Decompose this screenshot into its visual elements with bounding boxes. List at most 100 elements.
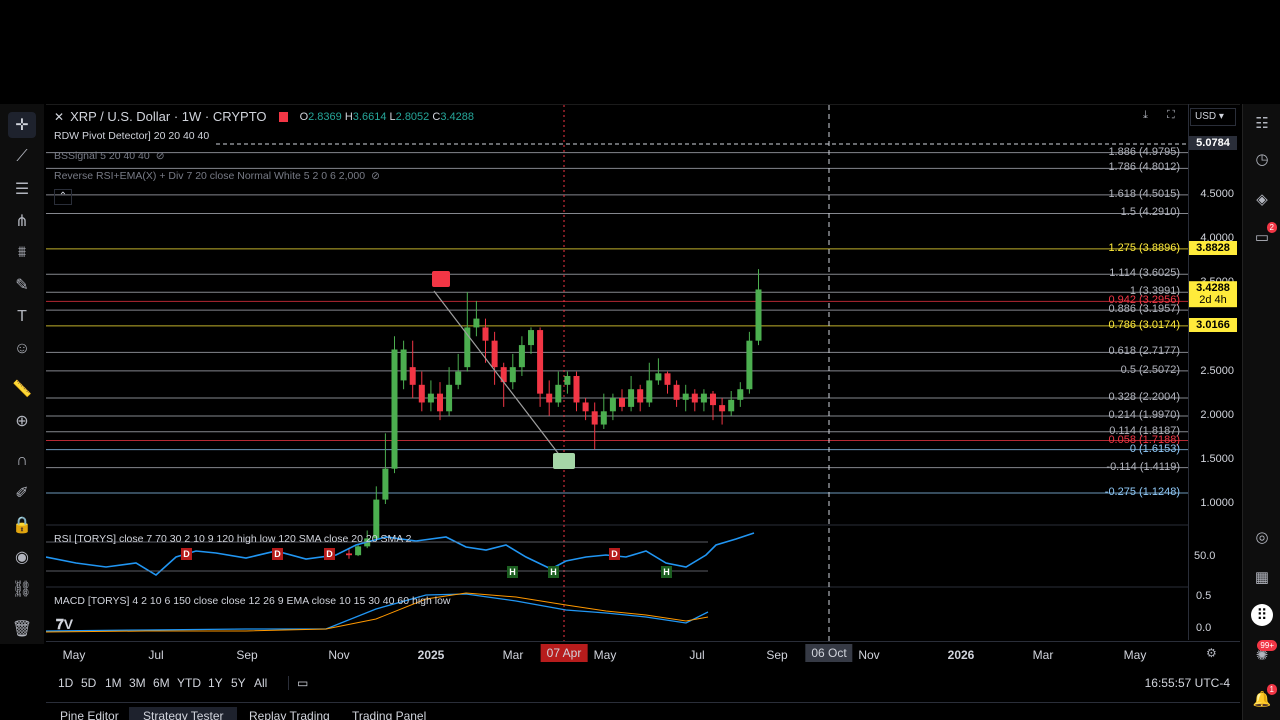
candle-body	[609, 398, 616, 412]
eye-icon[interactable]: ◉	[8, 544, 36, 570]
candle-body	[537, 330, 544, 394]
range-5y[interactable]: 5Y	[231, 676, 246, 690]
indicator-title[interactable]: Reverse RSI+EMA(X) + Div 7 20 close Norm…	[54, 170, 365, 182]
candle-body	[710, 393, 716, 406]
range-1y[interactable]: 1Y	[208, 676, 223, 690]
time-tick: Mar	[502, 648, 524, 662]
tab-replay-trading[interactable]: Replay Trading	[235, 707, 344, 720]
range-ytd[interactable]: YTD	[177, 676, 201, 690]
chat-icon[interactable]: ▭ 2	[1251, 222, 1277, 248]
macd-legend[interactable]: MACD [TORYS] 4 2 10 6 150 close close 12…	[54, 595, 451, 607]
collapse-legend-button[interactable]: ⌃	[54, 189, 72, 205]
layers-icon[interactable]: ◈	[1251, 188, 1273, 210]
magnet-icon[interactable]: ∩	[8, 448, 36, 474]
indicator-legend-rdw[interactable]: RDW Pivot Detector] 20 20 40 40	[54, 130, 209, 142]
target-icon[interactable]: ◎	[1251, 526, 1273, 548]
candle-body	[564, 375, 571, 385]
candle-body	[700, 393, 707, 403]
indicator-legend-bssignal[interactable]: BSSignal 5 20 40 40 ⊘	[54, 150, 165, 162]
macd-scale-top: 0.5	[1196, 590, 1212, 602]
range-6m[interactable]: 6M	[153, 676, 170, 690]
apps-grid-icon[interactable]: ⠿	[1251, 604, 1273, 626]
tab-pine-editor[interactable]: Pine Editor	[46, 707, 133, 720]
crosshair-icon[interactable]: ✛	[8, 112, 36, 138]
rsi-div-marker: D	[272, 548, 283, 560]
tradingview-logo-icon[interactable]: 𝟕V	[56, 616, 73, 633]
fib-level-label: 1.618 (4.5015)	[1108, 187, 1180, 200]
indicator-title[interactable]: RDW Pivot Detector] 20 20 40 40	[54, 130, 209, 142]
candle-body	[473, 318, 480, 328]
candle-body	[509, 367, 516, 383]
candle-body	[464, 327, 471, 368]
watchlist-icon[interactable]: ☷	[1251, 112, 1273, 134]
chart-canvas[interactable]	[46, 105, 1240, 665]
symbol-title[interactable]: XRP / U.S. Dollar · 1W · CRYPTO	[70, 109, 267, 124]
candle-body	[446, 384, 453, 412]
lock-icon[interactable]: 🔒	[8, 512, 36, 538]
close-value: 3.4288	[440, 110, 474, 123]
indicator-legend-reverse-rsi[interactable]: Reverse RSI+EMA(X) + Div 7 20 close Norm…	[54, 170, 380, 182]
fib-icon[interactable]: ⩩	[8, 240, 36, 266]
ruler-icon[interactable]: 📏	[8, 376, 36, 402]
candle-body	[355, 546, 362, 556]
pitchfork-icon[interactable]: ⋔	[8, 208, 36, 234]
horizontal-lines-icon[interactable]: ☰	[8, 176, 36, 202]
candle-body	[382, 468, 389, 500]
candle-body	[491, 340, 498, 368]
candle-body	[346, 553, 352, 556]
rsi-hidden-div-marker: H	[548, 566, 559, 578]
zoom-icon[interactable]: ⊕	[8, 408, 36, 434]
tab-trading-panel[interactable]: Trading Panel	[338, 707, 440, 720]
range-5d[interactable]: 5D	[81, 676, 96, 690]
settings-gear-icon[interactable]: ⚙	[1206, 646, 1217, 660]
candle-body	[482, 327, 489, 341]
macd-title[interactable]: MACD [TORYS] 4 2 10 6 150 close close 12…	[54, 595, 451, 607]
text-icon[interactable]: T	[8, 304, 36, 330]
candle-body	[418, 384, 425, 403]
link-icon[interactable]: ⛓	[8, 576, 36, 602]
range-all[interactable]: All	[254, 676, 267, 690]
download-icon[interactable]: ⤓	[1143, 109, 1148, 122]
rsi-title[interactable]: RSI [TORYS] close 7 70 30 2 10 9 120 hig…	[54, 533, 411, 545]
range-3m[interactable]: 3M	[129, 676, 146, 690]
time-highlight-apr: 07 Apr	[540, 644, 588, 662]
rsi-hidden-div-marker: H	[507, 566, 518, 578]
range-1m[interactable]: 1M	[105, 676, 122, 690]
trend-line-icon[interactable]: ⟋	[8, 144, 36, 170]
clock[interactable]: 16:55:57 UTC-4	[1145, 676, 1230, 690]
candle-body	[637, 389, 644, 403]
emoji-icon[interactable]: ☺	[8, 336, 36, 362]
chart-area[interactable]	[46, 104, 1240, 664]
bell-icon[interactable]: 🔔 1	[1251, 684, 1277, 710]
rsi-scale-50: 50.0	[1194, 550, 1216, 562]
time-tick: May	[1123, 648, 1147, 662]
fullscreen-icon[interactable]: ⛶	[1167, 109, 1175, 122]
candle-body	[691, 393, 698, 403]
indicator-title[interactable]: BSSignal 5 20 40 40	[54, 150, 150, 162]
tab-strategy-tester[interactable]: Strategy Tester	[129, 707, 238, 720]
candle-body	[582, 402, 589, 412]
price-label-value: 5.0784	[1196, 136, 1230, 149]
rsi-hidden-div-marker: H	[661, 566, 672, 578]
calendar-icon[interactable]: ▦	[1251, 566, 1273, 588]
hidden-eye-icon[interactable]: ⊘	[156, 150, 165, 162]
ideas-icon[interactable]: ✺ 99+	[1251, 640, 1277, 666]
time-tick: 2026	[947, 648, 975, 662]
range-1d[interactable]: 1D	[58, 676, 73, 690]
hidden-eye-icon[interactable]: ⊘	[371, 170, 380, 182]
rsi-legend[interactable]: RSI [TORYS] close 7 70 30 2 10 9 120 hig…	[54, 533, 411, 545]
pencil-lock-icon[interactable]: ✐	[8, 480, 36, 506]
brush-icon[interactable]: ✎	[8, 272, 36, 298]
fib-level-label: 0.214 (1.9970)	[1108, 408, 1180, 421]
time-tick: Jul	[148, 648, 164, 662]
trash-icon[interactable]: 🗑	[8, 616, 36, 642]
fib-level-label: -0.114 (1.4119)	[1106, 460, 1180, 473]
time-axis[interactable]: May Jul Sep Nov 2025 Mar May Jul Sep Nov 2026 Mar Ma…	[46, 641, 1240, 665]
price-tick: 2.5000	[1200, 364, 1234, 377]
flag-icon[interactable]	[278, 111, 288, 122]
date-range-icon[interactable]: ▭	[288, 676, 308, 690]
alerts-clock-icon[interactable]: ◷	[1251, 148, 1273, 170]
close-icon[interactable]: ✕	[54, 110, 64, 124]
bottom-panel-tabs: Pine Editor Strategy Tester Replay Tradi…	[46, 702, 1240, 720]
candle-body	[546, 393, 553, 403]
